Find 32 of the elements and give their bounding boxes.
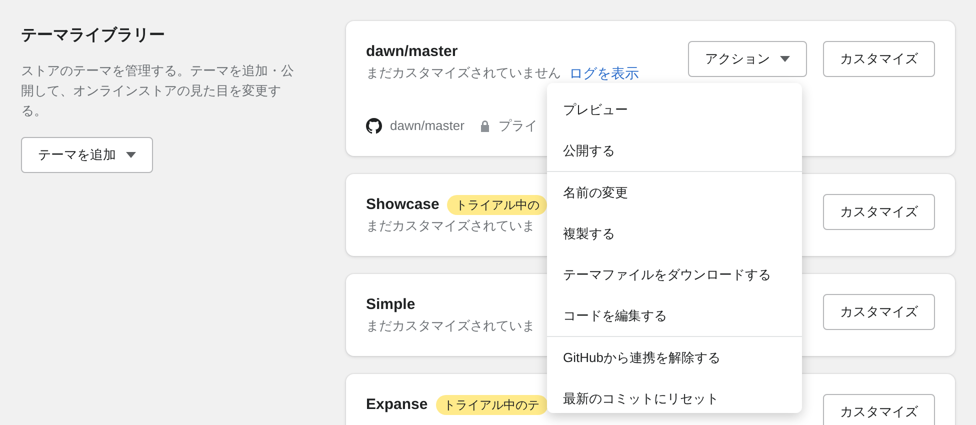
- theme-status: まだカスタマイズされていません: [366, 64, 561, 82]
- menu-item[interactable]: コードを編集する: [547, 295, 802, 336]
- lock-icon: [480, 120, 490, 132]
- menu-item[interactable]: 最新のコミットにリセット: [547, 378, 802, 413]
- section-description: ストアのテーマを管理する。テーマを追加・公開して、オンラインストアの見た目を変更する。: [21, 62, 295, 120]
- caret-icon: [780, 56, 790, 62]
- actions-button[interactable]: アクション: [688, 41, 807, 77]
- repo-name: dawn/master: [390, 117, 464, 135]
- view-log-link[interactable]: ログを表示: [569, 63, 639, 84]
- menu-item[interactable]: 名前の変更: [547, 172, 802, 213]
- menu-item[interactable]: テーマファイルをダウンロードする: [547, 254, 802, 295]
- menu-item[interactable]: 公開する: [547, 130, 802, 171]
- caret-icon: [126, 152, 136, 158]
- section-title: テーマライブラリー: [21, 26, 166, 46]
- menu-item[interactable]: GitHubから連携を解除する: [547, 337, 802, 378]
- menu-item[interactable]: プレビュー: [547, 89, 802, 130]
- customize-button[interactable]: カスタマイズ: [823, 194, 935, 230]
- theme-name: Expanse: [366, 394, 428, 414]
- customize-button[interactable]: カスタマイズ: [823, 394, 935, 425]
- customize-button[interactable]: カスタマイズ: [823, 41, 935, 77]
- menu-item[interactable]: 複製する: [547, 213, 802, 254]
- theme-name: Simple: [366, 294, 416, 314]
- theme-status: まだカスタマイズされていま: [366, 216, 535, 234]
- trial-badge: トライアル中のテ: [436, 394, 548, 414]
- customize-button[interactable]: カスタマイズ: [823, 294, 935, 330]
- theme-status: まだカスタマイズされていま: [366, 316, 535, 334]
- theme-name: dawn/master: [366, 42, 458, 62]
- visibility-label: プライ: [498, 117, 538, 135]
- github-icon: [366, 118, 382, 134]
- theme-name: Showcase: [366, 194, 440, 214]
- trial-badge: トライアル中の: [447, 194, 548, 214]
- add-theme-button[interactable]: テーマを追加: [21, 137, 153, 174]
